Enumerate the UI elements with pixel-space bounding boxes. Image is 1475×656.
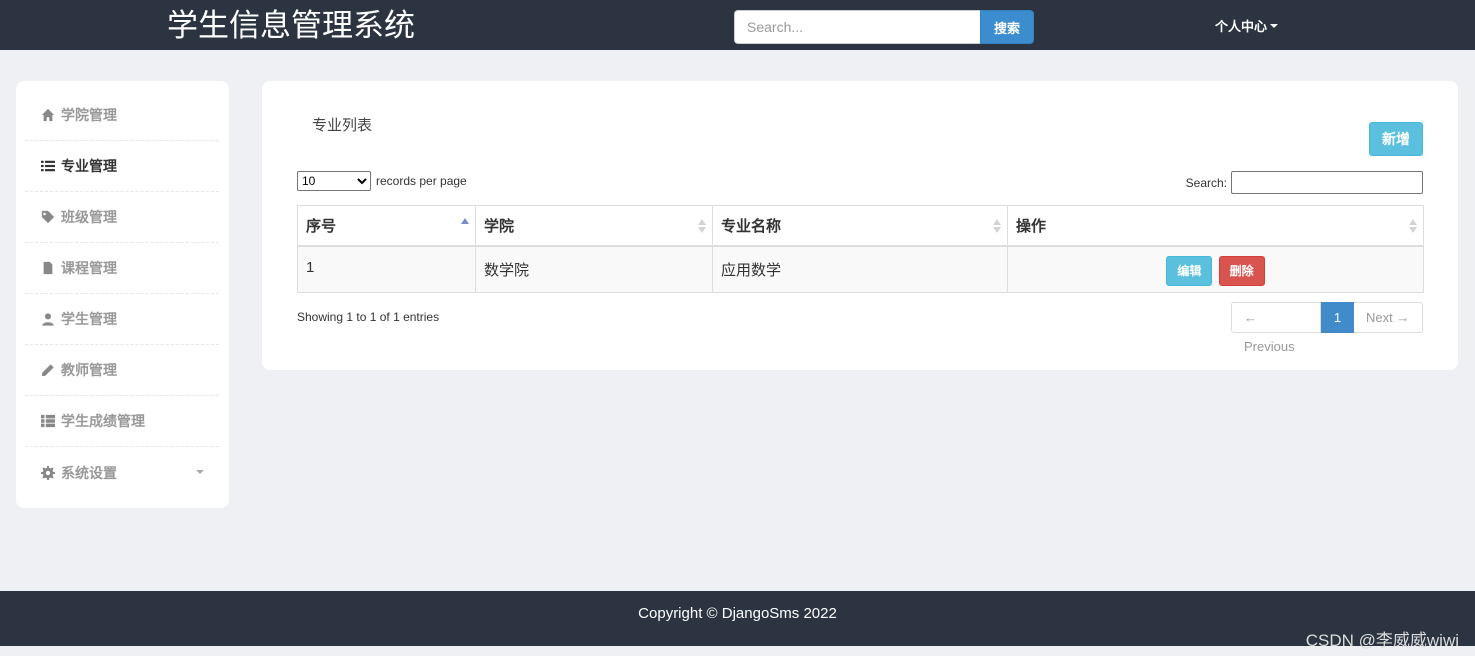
edit-button[interactable]: 编辑 <box>1166 255 1213 286</box>
sidebar-item-grades[interactable]: 学生成绩管理 <box>25 396 219 447</box>
column-header-actions[interactable]: 操作 <box>1007 205 1424 247</box>
sidebar-item-teacher[interactable]: 教师管理 <box>25 345 219 396</box>
previous-page-button[interactable]: ← Previous <box>1231 302 1321 354</box>
sort-icon <box>993 218 1001 234</box>
major-list-panel: 专业列表 新增 10 records per page Search: 序号 学… <box>262 81 1458 370</box>
records-per-page-label: records per page <box>376 174 467 188</box>
sidebar-item-label: 学生成绩管理 <box>61 413 145 429</box>
column-header-label: 序号 <box>306 217 337 235</box>
sidebar-item-settings[interactable]: 系统设置 <box>25 447 219 498</box>
sidebar-item-label: 学院管理 <box>61 107 117 123</box>
sidebar-item-label: 系统设置 <box>61 464 117 481</box>
grid-list-icon <box>41 414 55 428</box>
cell-actions: 编辑 删除 <box>1007 245 1424 293</box>
delete-button[interactable]: 删除 <box>1218 255 1265 286</box>
sidebar-item-label: 班级管理 <box>61 209 117 225</box>
home-icon <box>41 108 55 122</box>
chevron-down-icon <box>196 470 204 474</box>
column-header-label: 学院 <box>484 217 515 235</box>
bottom-strip <box>0 646 1475 656</box>
caret-down-icon <box>1270 23 1279 28</box>
table-info: Showing 1 to 1 of 1 entries <box>297 310 440 324</box>
sidebar-item-course[interactable]: 课程管理 <box>25 243 219 294</box>
search-input[interactable] <box>734 10 980 44</box>
sort-icon <box>1409 218 1417 234</box>
search-button[interactable]: 搜索 <box>980 10 1034 44</box>
navbar-search: 搜索 <box>734 10 1034 44</box>
user-center-dropdown[interactable]: 个人中心 <box>1215 16 1279 35</box>
panel-title: 专业列表 <box>312 117 373 134</box>
sidebar-item-label: 教师管理 <box>61 362 117 378</box>
column-header-label: 专业名称 <box>721 217 782 235</box>
gear-icon <box>41 465 55 480</box>
table-filter: Search: <box>1186 171 1423 194</box>
cell-id: 1 <box>297 245 476 293</box>
table-row: 1 数学院 应用数学 编辑 删除 <box>297 245 1424 293</box>
next-page-button[interactable]: Next → <box>1354 302 1423 333</box>
sidebar-item-class[interactable]: 班级管理 <box>25 192 219 243</box>
file-icon <box>41 261 55 275</box>
sort-asc-icon <box>461 218 469 234</box>
sidebar-item-label: 学生管理 <box>61 311 117 327</box>
table-header-row: 序号 学院 专业名称 操作 <box>297 205 1424 247</box>
major-table: 序号 学院 专业名称 操作 1 数学院 应用数学 编辑 删除 <box>297 205 1424 293</box>
sidebar: 学院管理 专业管理 班级管理 课程管理 学生管理 教师管理 学生成绩管理 系统设… <box>16 81 229 508</box>
page-1-button[interactable]: 1 <box>1321 302 1354 333</box>
sort-icon <box>698 218 706 234</box>
copyright-text: Copyright © DjangoSms 2022 <box>638 605 837 622</box>
column-header-major[interactable]: 专业名称 <box>712 205 1008 247</box>
sidebar-item-label: 课程管理 <box>61 260 117 276</box>
footer: Copyright © DjangoSms 2022 <box>0 591 1475 646</box>
app-title[interactable]: 学生信息管理系统 <box>167 8 415 44</box>
pencil-icon <box>41 363 55 377</box>
cell-major: 应用数学 <box>712 245 1008 293</box>
records-per-page-select[interactable]: 10 <box>297 171 371 191</box>
column-header-college[interactable]: 学院 <box>475 205 713 247</box>
column-header-label: 操作 <box>1016 217 1047 235</box>
sidebar-item-student[interactable]: 学生管理 <box>25 294 219 345</box>
add-button[interactable]: 新增 <box>1369 122 1423 156</box>
top-navbar: 学生信息管理系统 搜索 个人中心 <box>0 0 1475 50</box>
table-search-label: Search: <box>1185 175 1227 190</box>
user-center-label: 个人中心 <box>1215 19 1268 34</box>
column-header-id[interactable]: 序号 <box>297 205 476 247</box>
watermark: CSDN @李威威wiwi <box>1305 631 1459 650</box>
pagination: ← Previous 1 Next → <box>1231 302 1423 354</box>
tag-icon <box>41 210 55 224</box>
records-per-page-control: 10 records per page <box>297 171 467 191</box>
sidebar-item-college[interactable]: 学院管理 <box>25 90 219 141</box>
list-icon <box>41 159 55 173</box>
user-icon <box>41 312 55 326</box>
sidebar-item-label: 专业管理 <box>61 158 117 174</box>
cell-college: 数学院 <box>475 245 713 293</box>
table-search-input[interactable] <box>1231 171 1423 194</box>
sidebar-item-major[interactable]: 专业管理 <box>25 141 219 192</box>
